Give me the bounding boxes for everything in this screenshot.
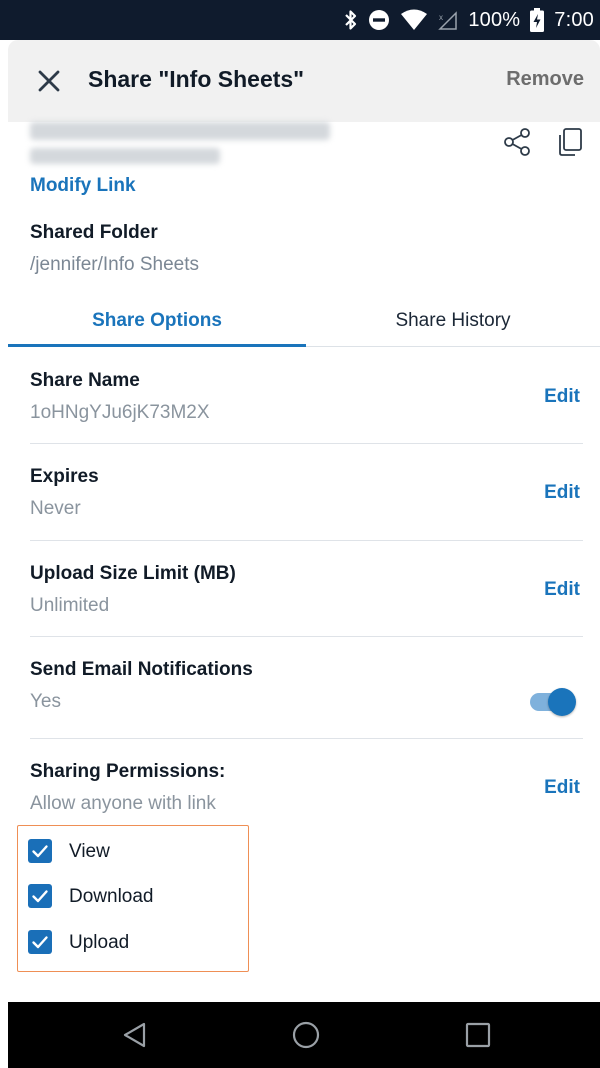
share-dialog-header: Share "Info Sheets" Remove — [8, 40, 600, 122]
divider — [30, 738, 583, 739]
bluetooth-icon — [344, 9, 358, 31]
sharing-permissions-value: Allow anyone with link — [30, 793, 216, 814]
share-name-value: 1oHNgYJu6jK73M2X — [30, 402, 210, 423]
upload-limit-value: Unlimited — [30, 595, 110, 616]
navigation-bar — [8, 1002, 600, 1068]
recents-button[interactable] — [463, 1020, 493, 1055]
svg-text:x: x — [439, 13, 443, 22]
toggle-thumb — [548, 688, 576, 716]
wifi-icon — [400, 9, 428, 31]
email-notifications-value: Yes — [30, 691, 61, 712]
recents-square-icon — [465, 1022, 491, 1048]
expires-value: Never — [30, 498, 81, 519]
modify-link-button[interactable]: Modify Link — [30, 175, 136, 197]
view-checkbox-label: View — [69, 841, 110, 862]
edit-expires-button[interactable]: Edit — [544, 482, 580, 504]
edit-share-name-button[interactable]: Edit — [544, 386, 580, 408]
back-triangle-icon — [123, 1022, 146, 1048]
upload-checkbox-label: Upload — [69, 932, 130, 953]
divider — [30, 540, 583, 541]
upload-checkbox[interactable] — [28, 930, 52, 954]
download-checkbox[interactable] — [28, 884, 52, 908]
close-icon — [38, 70, 60, 92]
tab-share-options[interactable]: Share Options — [8, 310, 306, 332]
do-not-disturb-icon — [368, 9, 390, 31]
close-button[interactable] — [34, 66, 64, 96]
back-button[interactable] — [120, 1020, 150, 1055]
active-tab-indicator — [8, 344, 306, 347]
view-checkbox[interactable] — [28, 839, 52, 863]
clock: 7:00 — [554, 8, 594, 31]
edit-upload-limit-button[interactable]: Edit — [544, 579, 580, 601]
battery-percent: 100% — [468, 8, 521, 31]
share-link-blurred — [30, 122, 330, 140]
copy-icon — [559, 128, 582, 156]
checkmark-icon — [32, 890, 48, 903]
email-notifications-toggle[interactable] — [530, 688, 576, 716]
download-checkbox-label: Download — [69, 886, 154, 907]
remove-button[interactable]: Remove — [506, 68, 584, 91]
email-notifications-label: Send Email Notifications — [30, 659, 253, 680]
status-bar: x 100% 7:00 — [0, 0, 600, 40]
share-link-button[interactable] — [502, 127, 532, 157]
dialog-title: Share "Info Sheets" — [88, 66, 305, 92]
shared-folder-label: Shared Folder — [30, 222, 158, 243]
checkmark-icon — [32, 845, 48, 858]
copy-link-button[interactable] — [556, 127, 584, 157]
share-link-blurred-line2 — [30, 148, 220, 164]
share-name-label: Share Name — [30, 370, 140, 391]
divider — [30, 636, 583, 637]
home-circle-icon — [292, 1021, 320, 1049]
checkmark-icon — [32, 936, 48, 949]
home-button[interactable] — [291, 1020, 321, 1055]
sharing-permissions-label: Sharing Permissions: — [30, 761, 226, 782]
tab-share-history[interactable]: Share History — [306, 310, 600, 332]
status-icons: x 100% 7:00 — [344, 8, 594, 32]
shared-folder-path: /jennifer/Info Sheets — [30, 254, 199, 275]
signal-icon: x — [438, 9, 458, 31]
edit-permissions-button[interactable]: Edit — [544, 777, 580, 799]
share-icon — [504, 128, 530, 156]
battery-charging-icon — [530, 8, 545, 32]
upload-limit-label: Upload Size Limit (MB) — [30, 563, 236, 584]
divider — [30, 443, 583, 444]
expires-label: Expires — [30, 466, 99, 487]
